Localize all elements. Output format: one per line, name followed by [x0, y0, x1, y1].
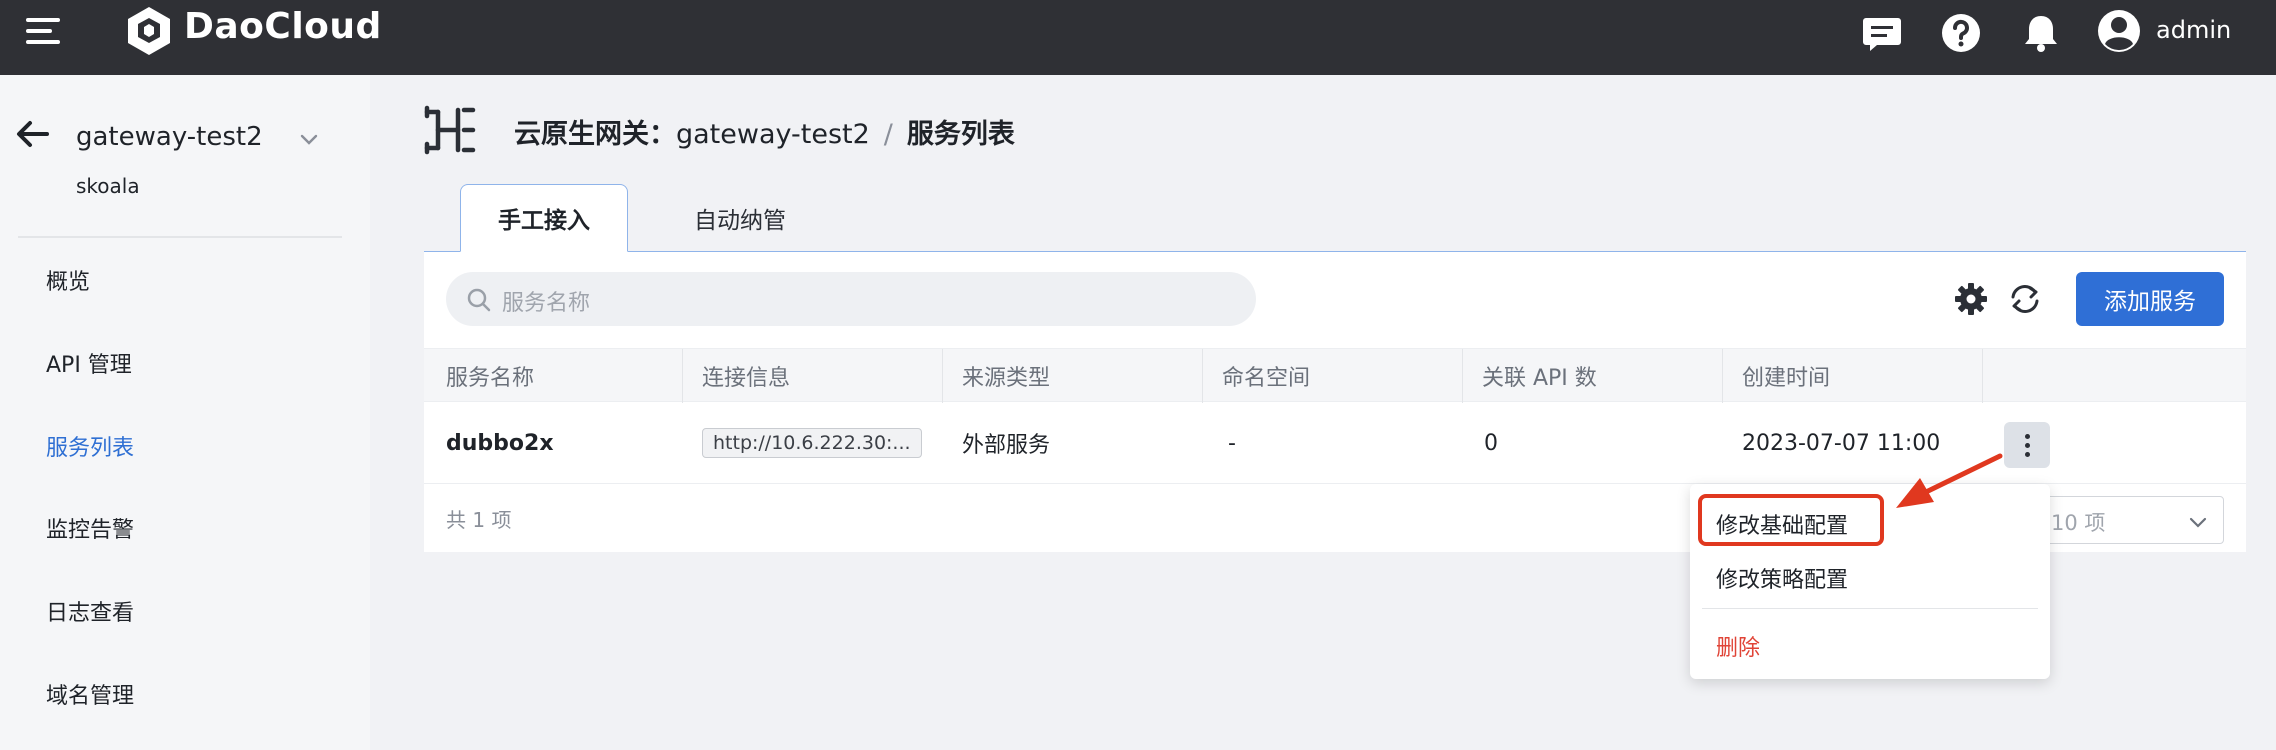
- search-placeholder: 服务名称: [502, 291, 591, 316]
- column-header-source[interactable]: 来源类型: [962, 349, 1050, 403]
- add-service-button[interactable]: 添加服务: [2076, 272, 2224, 326]
- workspace-sub: skoala: [76, 174, 140, 198]
- column-divider: [1462, 349, 1463, 403]
- column-divider: [1722, 349, 1723, 403]
- chat-icon[interactable]: [1861, 12, 1903, 54]
- gateway-icon: [424, 105, 476, 155]
- sidebar-item-logs[interactable]: 日志查看: [46, 595, 134, 627]
- chevron-down-icon: [2189, 517, 2207, 528]
- row-actions-button[interactable]: [2004, 422, 2050, 468]
- search-input[interactable]: 服务名称: [446, 272, 1256, 326]
- help-icon[interactable]: [1940, 12, 1982, 54]
- workspace-name[interactable]: gateway-test2: [76, 122, 263, 152]
- gear-icon[interactable]: [1954, 282, 1988, 316]
- user-avatar-icon[interactable]: [2096, 8, 2142, 54]
- breadcrumb: 云原生网关：gateway-test2 / 服务列表: [514, 112, 1015, 151]
- top-bar: DaoCloud admin: [0, 0, 2276, 75]
- menu-item-delete[interactable]: 删除: [1716, 630, 1760, 662]
- menu-icon[interactable]: [26, 18, 60, 44]
- tab-manual[interactable]: 手工接入: [460, 184, 628, 252]
- column-header-connection[interactable]: 连接信息: [702, 349, 790, 403]
- api-count-cell: 0: [1484, 430, 1498, 456]
- breadcrumb-gateway[interactable]: gateway-test2: [676, 119, 870, 150]
- column-header-api-count[interactable]: 关联 API 数: [1482, 349, 1597, 403]
- sidebar-item-domains[interactable]: 域名管理: [46, 678, 134, 710]
- highlight-box: [1698, 494, 1884, 546]
- back-arrow-icon[interactable]: [14, 118, 50, 150]
- brand-name: DaoCloud: [184, 6, 382, 47]
- refresh-icon[interactable]: [2008, 282, 2042, 316]
- service-name-cell[interactable]: dubbo2x: [446, 402, 554, 484]
- connection-cell: http://10.6.222.30:...: [702, 402, 922, 484]
- column-divider: [1202, 349, 1203, 403]
- bell-icon[interactable]: [2020, 12, 2062, 54]
- breadcrumb-current: 服务列表: [906, 119, 1015, 150]
- sidebar: [0, 75, 370, 750]
- table-header: 服务名称 连接信息 来源类型 命名空间 关联 API 数 创建时间: [424, 348, 2246, 403]
- sidebar-item-services[interactable]: 服务列表: [46, 430, 134, 462]
- breadcrumb-separator: /: [883, 119, 893, 150]
- page-size-value: 10 项: [2051, 511, 2106, 535]
- menu-item-edit-policy[interactable]: 修改策略配置: [1716, 562, 1848, 594]
- column-divider: [1982, 349, 1983, 403]
- column-header-created[interactable]: 创建时间: [1742, 349, 1830, 403]
- chevron-down-icon[interactable]: [298, 128, 320, 150]
- column-header-name[interactable]: 服务名称: [446, 349, 534, 403]
- search-icon: [467, 288, 491, 312]
- column-divider: [682, 349, 683, 403]
- breadcrumb-label: 云原生网关：: [514, 119, 676, 150]
- sidebar-divider: [18, 236, 342, 238]
- column-header-namespace[interactable]: 命名空间: [1222, 349, 1310, 403]
- source-cell: 外部服务: [962, 433, 1051, 458]
- namespace-cell: -: [1228, 430, 1236, 456]
- column-divider: [942, 349, 943, 403]
- sidebar-item-monitoring[interactable]: 监控告警: [46, 512, 134, 544]
- daocloud-logo-icon: [128, 7, 170, 55]
- user-name[interactable]: admin: [2156, 16, 2231, 44]
- tab-auto[interactable]: 自动纳管: [660, 184, 820, 252]
- sidebar-item-overview[interactable]: 概览: [46, 264, 90, 296]
- menu-divider: [1702, 608, 2038, 609]
- connection-tag[interactable]: http://10.6.222.30:...: [702, 428, 922, 458]
- sidebar-item-api[interactable]: API 管理: [46, 347, 132, 379]
- total-count: 共 1 项: [446, 508, 512, 532]
- annotation-arrow-icon: [1896, 453, 2003, 508]
